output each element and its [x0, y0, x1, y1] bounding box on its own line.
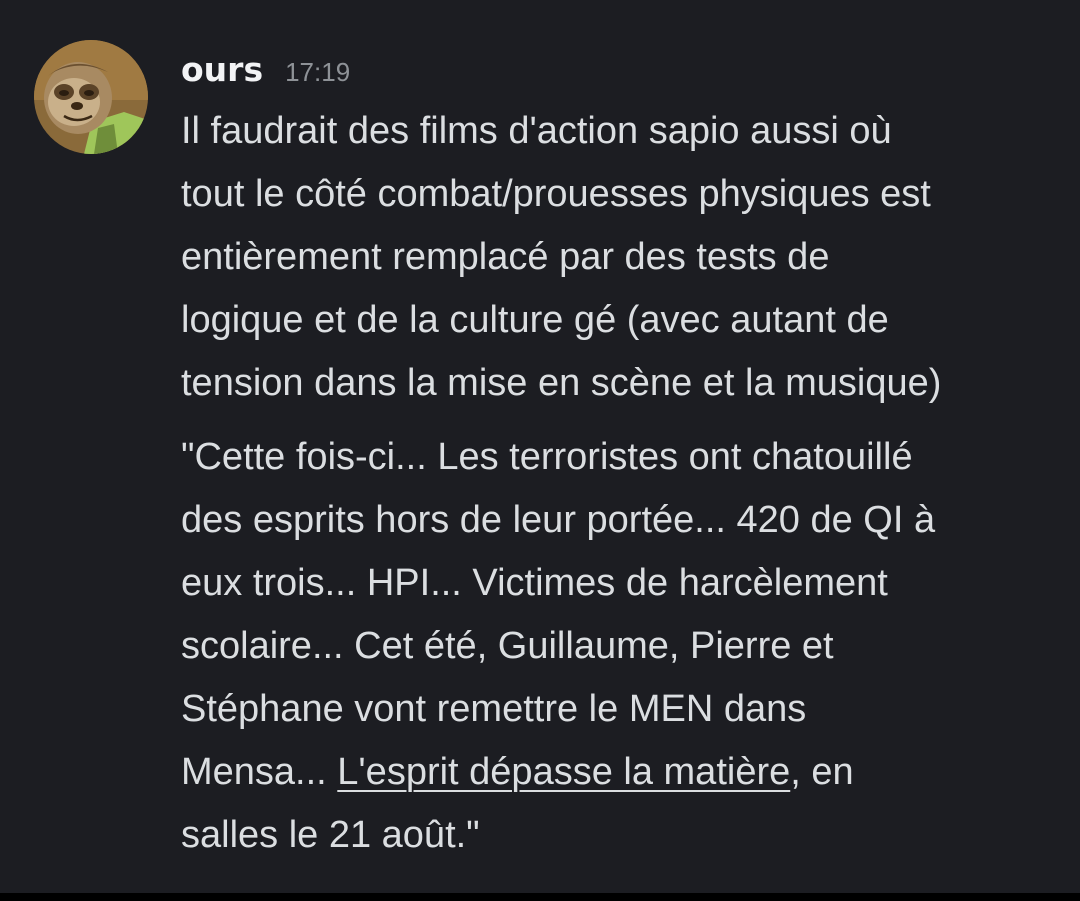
message-paragraph-1: Il faudrait des films d'action sapio aus…: [181, 100, 1071, 415]
sloth-avatar-icon: [34, 40, 148, 154]
message-line-with-link: Mensa... L'esprit dépasse la matière, en: [181, 741, 1071, 804]
underlined-link[interactable]: L'esprit dépasse la matière: [337, 751, 790, 793]
message-line: tout le côté combat/prouesses physiques …: [181, 173, 931, 215]
message-line: logique et de la culture gé (avec autant…: [181, 299, 889, 341]
bottom-bar: [0, 893, 1080, 901]
username[interactable]: ours: [181, 50, 263, 89]
chat-view: ours 17:19 Il faudrait des films d'actio…: [0, 0, 1080, 893]
message-line: "Cette fois-ci... Les terroristes ont ch…: [181, 436, 913, 478]
message-line: Stéphane vont remettre le MEN dans: [181, 688, 807, 730]
message-line: eux trois... HPI... Victimes de harcèlem…: [181, 562, 888, 604]
message-line: salles le 21 août.": [181, 814, 480, 856]
message-line: Il faudrait des films d'action sapio aus…: [181, 110, 892, 152]
chat-message: ours 17:19 Il faudrait des films d'actio…: [0, 0, 1080, 893]
message-text: Mensa...: [181, 751, 338, 793]
message-line: des esprits hors de leur portée... 420 d…: [181, 499, 936, 541]
timestamp: 17:19: [285, 57, 351, 87]
message-header: ours 17:19: [181, 50, 350, 100]
message-line: tension dans la mise en scène et la musi…: [181, 362, 942, 404]
message-paragraph-2: "Cette fois-ci... Les terroristes ont ch…: [181, 426, 1071, 867]
message-line: entièrement remplacé par des tests de: [181, 236, 830, 278]
message-text: , en: [790, 751, 854, 793]
message-line: scolaire... Cet été, Guillaume, Pierre e…: [181, 625, 834, 667]
avatar[interactable]: [34, 40, 148, 154]
